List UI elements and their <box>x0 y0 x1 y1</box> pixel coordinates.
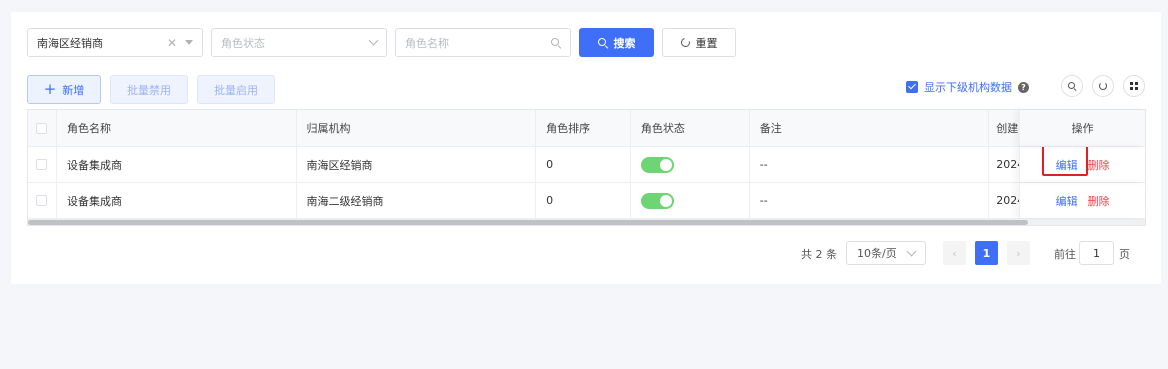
cell-created: 2024 <box>996 158 1019 171</box>
column-settings-button[interactable] <box>1123 75 1145 97</box>
table-row: 设备集成商 南海区经销商 0 -- 2024 编辑 删除 <box>28 147 1145 183</box>
cell-remark: -- <box>750 183 990 218</box>
col-header-actions: 操作 <box>1019 110 1145 146</box>
batch-enable-button[interactable]: 批量启用 <box>197 75 275 104</box>
page-number-current[interactable]: 1 <box>975 241 998 265</box>
plus-icon: + <box>43 80 57 98</box>
col-header-created: 创建时间 <box>996 122 1019 135</box>
cell-org: 南海二级经销商 <box>297 183 537 218</box>
add-button-label: 新增 <box>62 83 85 97</box>
cell-created: 2024 <box>996 194 1019 207</box>
col-header-status: 角色状态 <box>631 110 750 146</box>
row-checkbox[interactable] <box>36 195 48 206</box>
batch-enable-label: 批量启用 <box>214 83 258 97</box>
caret-down-icon[interactable] <box>185 40 193 45</box>
role-status-select[interactable]: 角色状态 <box>211 28 387 57</box>
status-switch[interactable] <box>640 192 674 209</box>
page-size-select[interactable]: 10条/页 <box>846 241 926 265</box>
dealer-select-value: 南海区经销商 <box>37 36 103 50</box>
search-button-label: 搜索 <box>613 36 636 50</box>
chevron-down-icon <box>368 35 379 46</box>
search-button[interactable]: 搜索 <box>579 28 654 57</box>
pagination: 共 2 条 10条/页 ‹ 1 › 前往 1 页 <box>11 241 1161 265</box>
next-page-button[interactable]: › <box>1007 241 1030 265</box>
cell-sort: 0 <box>536 147 631 182</box>
scrollbar-thumb[interactable] <box>28 220 1028 225</box>
show-sub-org-label: 显示下级机构数据 <box>924 81 1012 94</box>
row-checkbox[interactable] <box>36 159 48 170</box>
chevron-down-icon <box>906 246 917 256</box>
chevron-left-icon: ‹ <box>952 246 957 260</box>
show-sub-org-toggle[interactable]: 显示下级机构数据 ? <box>906 79 1029 95</box>
delete-link[interactable]: 删除 <box>1088 157 1110 173</box>
search-icon <box>1067 81 1077 91</box>
refresh-icon <box>678 36 692 49</box>
role-name-placeholder: 角色名称 <box>405 36 449 50</box>
goto-prefix: 前往 <box>1054 248 1076 261</box>
role-name-input[interactable]: 角色名称 <box>395 28 571 57</box>
dealer-select[interactable]: 南海区经销商 ✕ <box>27 28 203 57</box>
cell-sort: 0 <box>536 183 631 218</box>
show-sub-org-checkbox[interactable] <box>906 81 918 93</box>
reset-button[interactable]: 重置 <box>662 28 736 57</box>
main-card: 南海区经销商 ✕ 角色状态 角色名称 搜索 重置 + 新增 批量禁用 批量启用 … <box>11 12 1161 284</box>
status-switch[interactable] <box>640 156 674 173</box>
chevron-right-icon: › <box>1016 246 1021 260</box>
refresh-icon <box>1099 82 1107 90</box>
col-header-sort: 角色排序 <box>536 110 631 146</box>
horizontal-scrollbar[interactable] <box>28 219 1145 225</box>
total-count: 共 2 条 <box>801 248 837 261</box>
delete-link[interactable]: 删除 <box>1088 193 1110 209</box>
search-icon <box>597 37 608 49</box>
highlight-box <box>1041 147 1088 176</box>
search-toggle-button[interactable] <box>1061 75 1083 97</box>
grid-icon <box>1130 82 1138 90</box>
batch-disable-button[interactable]: 批量禁用 <box>110 75 188 104</box>
goto-suffix: 页 <box>1119 248 1130 261</box>
add-button[interactable]: + 新增 <box>27 75 101 104</box>
cell-actions: 编辑 删除 <box>1019 183 1145 218</box>
roles-table: 角色名称 归属机构 角色排序 角色状态 备注 创建时间 操作 设备集成商 南海区… <box>27 109 1146 226</box>
col-header-remark: 备注 <box>750 110 990 146</box>
page-size-value: 10条/页 <box>857 247 897 260</box>
role-status-placeholder: 角色状态 <box>221 36 265 50</box>
help-icon[interactable]: ? <box>1018 81 1029 93</box>
col-header-name: 角色名称 <box>57 110 297 146</box>
reset-button-label: 重置 <box>695 36 718 50</box>
refresh-button[interactable] <box>1092 75 1114 97</box>
goto-page-input[interactable]: 1 <box>1079 241 1114 265</box>
cell-role-name: 设备集成商 <box>57 147 297 182</box>
cell-role-name: 设备集成商 <box>57 183 297 218</box>
table-header: 角色名称 归属机构 角色排序 角色状态 备注 创建时间 操作 <box>28 110 1145 147</box>
edit-link[interactable]: 编辑 <box>1041 147 1088 176</box>
cell-remark: -- <box>750 147 990 182</box>
edit-link[interactable]: 编辑 <box>1056 193 1078 209</box>
table-row: 设备集成商 南海二级经销商 0 -- 2024 编辑 删除 <box>28 183 1145 219</box>
cell-actions: 编辑 删除 <box>1019 147 1145 182</box>
cell-org: 南海区经销商 <box>297 147 537 182</box>
batch-disable-label: 批量禁用 <box>127 83 171 97</box>
col-header-org: 归属机构 <box>297 110 537 146</box>
prev-page-button[interactable]: ‹ <box>943 241 966 265</box>
select-all-checkbox[interactable] <box>36 122 48 134</box>
search-icon <box>551 37 562 49</box>
clear-icon[interactable]: ✕ <box>167 36 177 50</box>
